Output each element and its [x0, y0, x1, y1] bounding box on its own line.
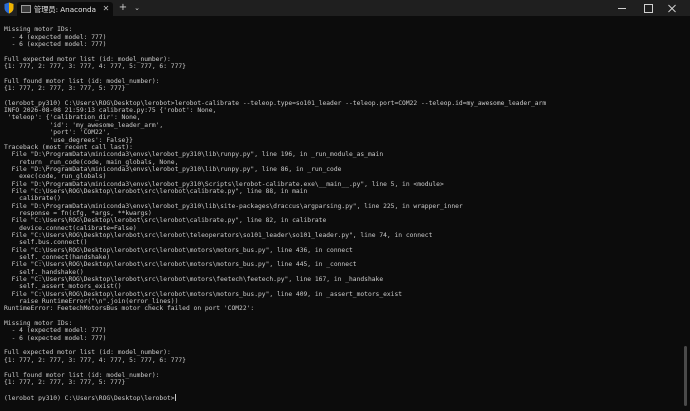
terminal-line: exec(code, run_globals)	[4, 173, 107, 181]
scrollbar-thumb[interactable]	[684, 346, 687, 406]
terminal-line: Full expected motor list (id: model_numb…	[4, 349, 171, 357]
minimize-icon[interactable]	[612, 1, 632, 15]
terminal-line: (lerobot_py310) C:\Users\ROG\Desktop\ler…	[4, 99, 547, 107]
terminal-line: self._connect(handshake)	[4, 254, 111, 261]
terminal-icon	[21, 5, 31, 13]
terminal-line: File "D:\ProgramData\miniconda3\envs\ler…	[4, 151, 384, 159]
shield-icon	[4, 2, 14, 14]
terminal-line: File "C:\Users\ROG\Desktop\lerobot\src\l…	[4, 231, 433, 239]
close-window-icon[interactable]	[662, 1, 682, 15]
terminal-line: - 6 (expected model: 777)	[4, 41, 107, 49]
terminal-line: {1: 777, 2: 777, 3: 777, 5: 777}	[4, 378, 126, 386]
chevron-down-icon[interactable]: ⌄	[132, 1, 142, 15]
terminal-line: File "D:\ProgramData\miniconda3\envs\ler…	[4, 165, 342, 173]
terminal-line: RuntimeError: FeetechMotorsBus motor che…	[4, 305, 255, 313]
terminal-line: 'port': 'COM22',	[4, 129, 111, 137]
terminal-line: Full found motor list (id: model_number)…	[4, 371, 160, 379]
terminal-line: Traceback (most recent call last):	[4, 143, 133, 151]
terminal-line: - 4 (expected model: 777)	[4, 33, 107, 41]
terminal-line: {1: 777, 2: 777, 3: 777, 4: 777, 5: 777,…	[4, 356, 186, 364]
maximize-icon[interactable]	[638, 1, 658, 15]
terminal-line: Full found motor list (id: model_number)…	[4, 77, 160, 85]
terminal-line: response = fn(cfg, *args, **kwargs)	[4, 209, 152, 217]
terminal-line: Missing motor IDs:	[4, 26, 73, 34]
text-cursor	[174, 393, 176, 401]
terminal-line: raise RuntimeError("\n".join(error_lines…	[4, 298, 179, 306]
terminal-line: {1: 777, 2: 777, 3: 777, 4: 777, 5: 777,…	[4, 63, 186, 71]
terminal-line: 'id': 'my_awesome_leader_arm',	[4, 121, 164, 129]
terminal-line: {1: 777, 2: 777, 3: 777, 5: 777}	[4, 85, 126, 93]
terminal-line: File "D:\ProgramData\miniconda3\envs\ler…	[4, 180, 444, 188]
terminal-line: File "C:\Users\ROG\Desktop\lerobot\src\l…	[4, 246, 353, 254]
terminal-line: Missing motor IDs:	[4, 320, 73, 328]
terminal-line: Full expected motor list (id: model_numb…	[4, 55, 171, 63]
terminal-line: self._handshake()	[4, 268, 84, 276]
terminal-line: File "D:\ProgramData\miniconda3\envs\ler…	[4, 202, 463, 210]
terminal-line: self.bus.connect()	[4, 239, 88, 247]
terminal-line: 'use_degrees': False}}	[4, 136, 133, 144]
terminal-line: - 6 (expected model: 777)	[4, 334, 107, 342]
terminal-output[interactable]: Missing motor IDs: - 4 (expected model: …	[4, 19, 674, 409]
terminal-line: File "C:\Users\ROG\Desktop\lerobot\src\l…	[4, 217, 327, 225]
terminal-line: calibrate()	[4, 195, 61, 203]
tab-anaconda-prompt[interactable]: 管理员: Anaconda Prompt - cc ✕	[17, 2, 113, 16]
terminal-line: INFO 2026-08-08 21:59:13 calibrate.py:75…	[4, 107, 217, 115]
plus-icon[interactable]: +	[117, 1, 129, 15]
terminal-line: File "C:\Users\ROG\Desktop\lerobot\src\l…	[4, 187, 308, 195]
terminal-line: - 4 (expected model: 777)	[4, 327, 107, 335]
title-bar: 管理员: Anaconda Prompt - cc ✕ + ⌄	[0, 0, 690, 16]
scrollbar[interactable]	[680, 16, 690, 411]
terminal-line: return _run_code(code, main_globals, Non…	[4, 158, 179, 166]
terminal-line: 'teleop': {'calibration_dir': None,	[4, 114, 141, 122]
terminal-line: self._assert_motors_exist()	[4, 283, 122, 291]
terminal-line: File "C:\Users\ROG\Desktop\lerobot\src\l…	[4, 290, 403, 298]
terminal-line: (lerobot_py310) C:\Users\ROG\Desktop\ler…	[4, 393, 176, 401]
close-icon[interactable]: ✕	[101, 3, 111, 15]
terminal-line: device.connect(calibrate=False)	[4, 224, 137, 232]
tab-title: 管理员: Anaconda Prompt - cc	[34, 5, 96, 14]
terminal-line: File "C:\Users\ROG\Desktop\lerobot\src\l…	[4, 261, 357, 269]
terminal-line: File "C:\Users\ROG\Desktop\lerobot\src\l…	[4, 276, 384, 284]
